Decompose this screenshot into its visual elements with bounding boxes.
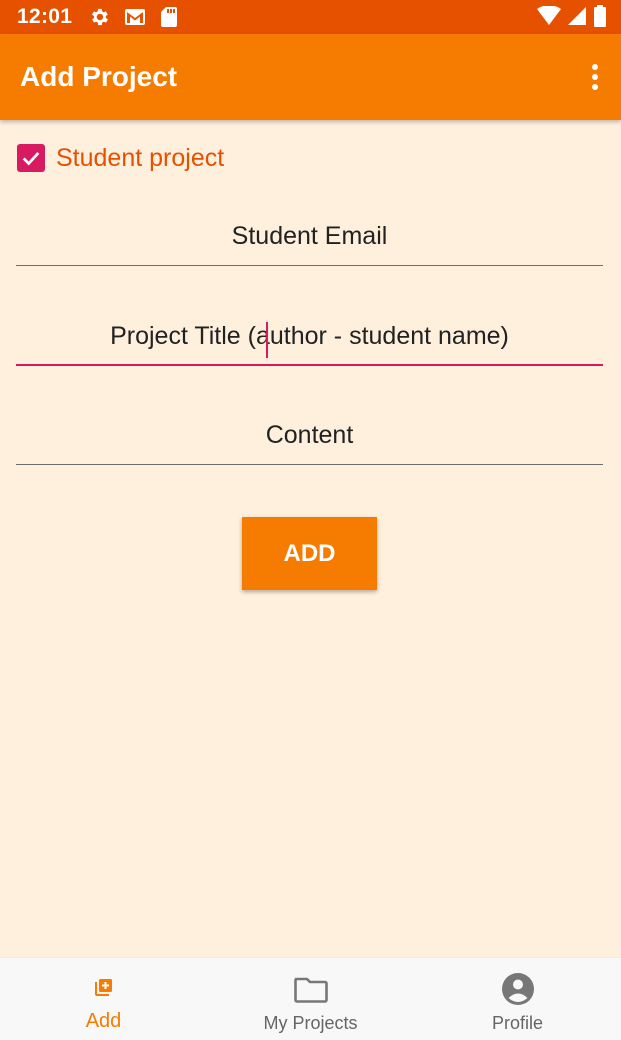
- status-icons-left: [88, 6, 178, 33]
- wifi-icon: [537, 5, 561, 31]
- project-title-placeholder: Project Title (author - student name): [110, 322, 509, 350]
- text-cursor: [266, 322, 268, 358]
- nav-item-add[interactable]: Add: [0, 958, 207, 1040]
- nav-label-profile: Profile: [491, 1013, 544, 1033]
- status-time: 12:01: [17, 5, 73, 28]
- gmail-icon: [124, 8, 146, 31]
- nav-item-profile[interactable]: Profile: [414, 958, 621, 1040]
- student-email-field[interactable]: Student Email: [16, 216, 603, 266]
- checkbox-checked-icon[interactable]: [17, 144, 45, 172]
- account-circle-icon: [501, 973, 534, 1010]
- sd-card-icon: [160, 6, 178, 33]
- gear-icon: [88, 6, 110, 33]
- signal-icon: [567, 6, 587, 31]
- student-project-label[interactable]: Student project: [56, 144, 224, 173]
- more-vert-icon[interactable]: [583, 62, 607, 92]
- content-placeholder: Content: [265, 421, 354, 449]
- battery-icon: [593, 5, 607, 32]
- nav-item-my-projects[interactable]: My Projects: [207, 958, 414, 1040]
- project-title-field[interactable]: Project Title (author - student name): [16, 316, 603, 366]
- add-button[interactable]: ADD: [242, 517, 377, 590]
- app-bar: Add Project: [0, 34, 621, 120]
- status-bar: 12:01: [0, 0, 621, 34]
- field-underline: [16, 464, 603, 465]
- content-field[interactable]: Content: [16, 415, 603, 465]
- field-underline: [16, 265, 603, 266]
- nav-label-my-projects: My Projects: [263, 1013, 358, 1033]
- status-icons-right: [537, 5, 607, 32]
- student-project-checkbox[interactable]: Student project: [17, 141, 224, 175]
- nav-label-add: Add: [85, 1010, 122, 1032]
- page-title: Add Project: [20, 61, 178, 92]
- folder-icon: [293, 976, 328, 1009]
- bottom-navigation: Add My Projects Profile: [0, 957, 621, 1040]
- field-underline-focused: [16, 364, 603, 366]
- add-box-icon: [94, 978, 113, 1001]
- student-email-placeholder: Student Email: [231, 222, 388, 250]
